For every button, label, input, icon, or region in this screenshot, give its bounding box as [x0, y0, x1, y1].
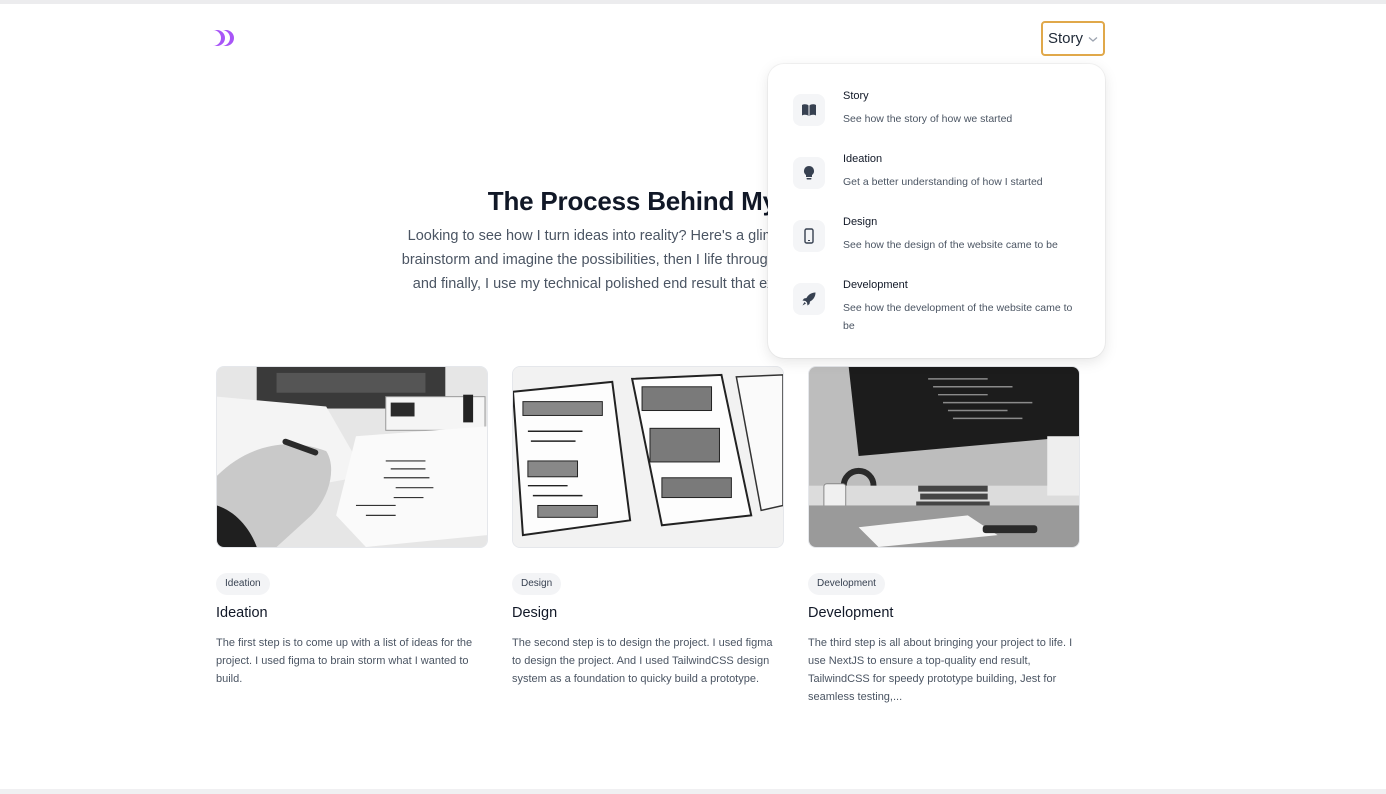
design-photo: [512, 366, 784, 548]
dropdown-item-description: See how the design of the website came t…: [843, 239, 1058, 251]
story-nav-button[interactable]: Story: [1041, 21, 1105, 56]
card-tag: Ideation: [216, 573, 270, 595]
card-description: The third step is all about bringing you…: [808, 637, 1073, 703]
dropdown-item-title: Ideation: [843, 153, 883, 165]
dropdown-item-title: Story: [843, 90, 869, 102]
double-chevron-logo-icon[interactable]: [212, 30, 234, 46]
dropdown-item-title: Development: [843, 279, 908, 291]
dropdown-item-description: Get a better understanding of how I star…: [843, 176, 1043, 188]
rocket-icon: [793, 283, 825, 315]
card-title: Design: [512, 605, 558, 621]
card-tag: Development: [808, 573, 885, 595]
dropdown-item-title: Design: [843, 216, 878, 228]
dropdown-item-design[interactable]: Design See how the design of the website…: [793, 216, 1083, 276]
dropdown-item-story[interactable]: Story See how the story of how we starte…: [793, 90, 1083, 150]
story-dropdown-menu: Story See how the story of how we starte…: [768, 64, 1105, 358]
card-tag: Design: [512, 573, 562, 595]
dropdown-item-description: See how the development of the website c…: [843, 302, 1073, 332]
process-card-ideation[interactable]: Ideation Ideation The first step is to c…: [216, 366, 488, 688]
dropdown-item-ideation[interactable]: Ideation Get a better understanding of h…: [793, 153, 1083, 213]
top-border: [0, 0, 1386, 4]
card-description: The first step is to come up with a list…: [216, 637, 473, 685]
card-title: Development: [808, 605, 894, 621]
card-description: The second step is to design the project…: [512, 637, 773, 685]
bottom-border: [0, 789, 1386, 794]
ideation-photo: [216, 366, 488, 548]
story-nav-label: Story: [1048, 30, 1084, 47]
process-card-development[interactable]: Development Development The third step i…: [808, 366, 1080, 706]
development-photo: [808, 366, 1080, 548]
dropdown-item-development[interactable]: Development See how the development of t…: [793, 279, 1083, 339]
phone-icon: [793, 220, 825, 252]
card-title: Ideation: [216, 605, 268, 621]
chevron-down-icon: [1088, 36, 1098, 42]
dropdown-item-description: See how the story of how we started: [843, 113, 1013, 125]
book-icon: [793, 94, 825, 126]
process-card-design[interactable]: Design Design The second step is to desi…: [512, 366, 784, 688]
lightbulb-icon: [793, 157, 825, 189]
